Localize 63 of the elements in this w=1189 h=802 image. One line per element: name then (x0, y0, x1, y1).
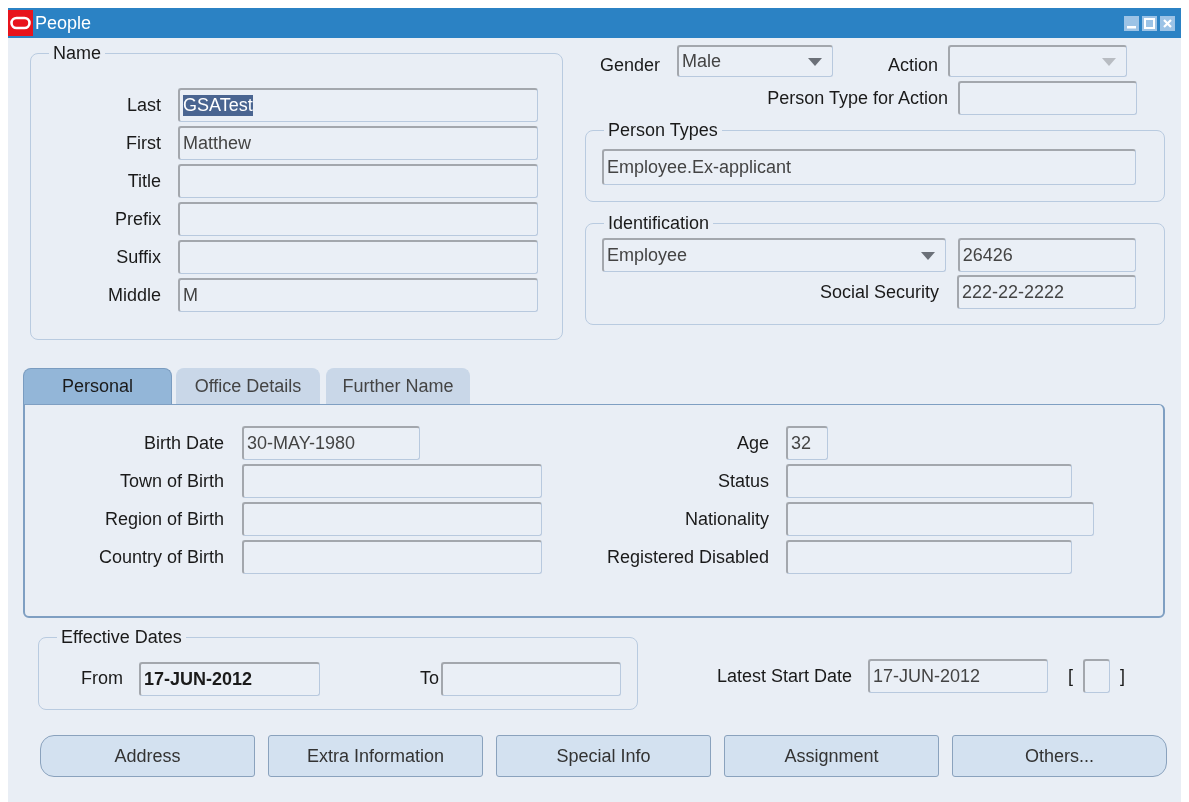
person-type-dropdown[interactable]: Employee (602, 238, 946, 272)
text-field[interactable] (958, 81, 1137, 115)
tab[interactable]: Further Name (326, 368, 470, 404)
text-field[interactable]: Matthew (178, 126, 538, 160)
action-button[interactable]: Extra Information (268, 735, 483, 777)
field-label: Social Security (819, 281, 939, 303)
text-field[interactable] (242, 502, 542, 536)
text-field[interactable] (786, 464, 1072, 498)
text-field[interactable] (178, 202, 538, 236)
text-field[interactable]: 32 (786, 426, 828, 460)
caret-icon (1102, 57, 1116, 66)
action-button[interactable]: Others... (952, 735, 1167, 777)
field-label: Last (125, 94, 161, 116)
field-label: Country of Birth (97, 546, 225, 568)
text-field[interactable]: 30-MAY-1980 (242, 426, 420, 460)
bracket: [ (1068, 665, 1074, 687)
field-label: To (420, 668, 439, 689)
text-field[interactable] (178, 240, 538, 274)
action-button[interactable]: Special Info (496, 735, 711, 777)
close-icon[interactable] (1160, 15, 1175, 31)
field-label: First (125, 132, 161, 154)
field-label: Registered Disabled (605, 546, 770, 568)
tab[interactable]: Personal (23, 368, 172, 404)
text-field[interactable]: GSATest (178, 88, 538, 122)
window-title: People (35, 12, 92, 34)
text-field[interactable] (786, 502, 1094, 536)
text-field[interactable] (178, 164, 538, 198)
maximize-icon[interactable] (1142, 15, 1157, 31)
tab[interactable]: Office Details (176, 368, 320, 404)
text-field[interactable] (441, 661, 621, 696)
field-label: Town of Birth (118, 470, 225, 492)
text-field[interactable] (242, 540, 542, 574)
field-label: Age (735, 432, 770, 454)
action-button[interactable]: Assignment (724, 735, 939, 777)
text-field[interactable]: 17-JUN-2012 (139, 661, 320, 696)
field-label: Person Type for Action (767, 87, 948, 109)
caret-icon (920, 251, 935, 260)
field-label: From (81, 668, 123, 689)
text-field[interactable]: 17-JUN-2012 (868, 659, 1049, 693)
text-field[interactable]: 222-22-2222 (957, 275, 1136, 309)
field-label: Prefix (114, 208, 161, 230)
field-label: Title (126, 170, 161, 192)
text-field[interactable]: M (178, 278, 538, 312)
logo-icon (8, 10, 33, 36)
caret-icon (808, 57, 822, 66)
text-field[interactable]: Employee.Ex-applicant (602, 149, 1136, 185)
field-label: Region of Birth (103, 508, 225, 530)
text-field[interactable] (242, 464, 542, 498)
field-label: Latest Start Date (717, 665, 853, 687)
bracket: ] (1120, 665, 1126, 687)
text-field[interactable]: 26426 (957, 238, 1136, 272)
gender-dropdown[interactable]: Male (677, 45, 833, 77)
field-label: Gender (600, 54, 662, 76)
action-button[interactable]: Address (40, 735, 255, 777)
text-field[interactable] (786, 540, 1072, 574)
flag-field[interactable] (1083, 659, 1111, 693)
field-label: Action (886, 54, 938, 76)
field-label: Status (716, 470, 770, 492)
field-label: Nationality (683, 508, 770, 530)
minimize-icon[interactable] (1124, 15, 1139, 31)
field-label: Suffix (115, 246, 161, 268)
field-label: Birth Date (142, 432, 225, 454)
field-label: Middle (106, 284, 161, 306)
